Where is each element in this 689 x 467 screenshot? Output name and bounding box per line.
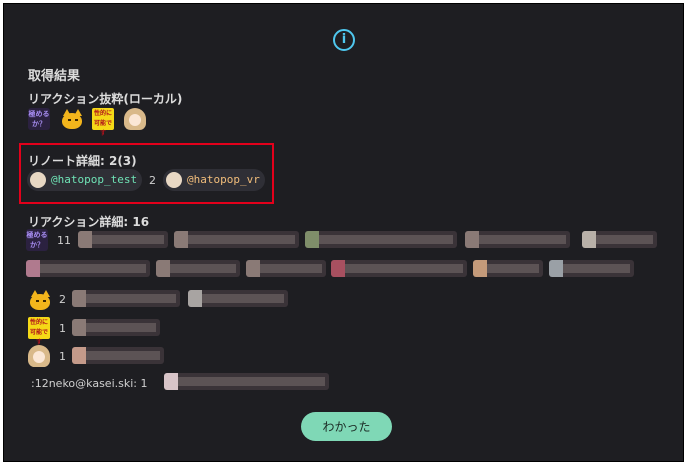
avatar bbox=[166, 172, 182, 188]
reaction-shortcode: :12neko@kasei.ski: 1 bbox=[31, 377, 148, 390]
reaction-user-chip[interactable] bbox=[26, 260, 150, 277]
info-icon: i bbox=[333, 29, 355, 51]
kiwameru-emoji-icon: 極める か？ bbox=[26, 229, 48, 251]
reaction-user-chip[interactable] bbox=[164, 373, 329, 390]
reaction-count: 1 bbox=[59, 350, 66, 363]
cat-emoji-icon bbox=[60, 108, 84, 130]
renote-count: 2 bbox=[149, 174, 156, 187]
reaction-user-chip[interactable] bbox=[465, 231, 570, 248]
result-dialog: i 取得結果 リアクション抜粋(ローカル) 極める か？ 性的に 可能です リノート… bbox=[3, 3, 684, 462]
reaction-user-chip[interactable] bbox=[549, 260, 634, 277]
renote-user-chip[interactable]: @hatopop_test bbox=[27, 169, 142, 191]
reaction-user-chip[interactable] bbox=[331, 260, 467, 277]
renote-user-handle: @hatopop_test bbox=[51, 173, 138, 186]
reaction-user-chip[interactable] bbox=[156, 260, 240, 277]
seitekini-emoji-icon: 性的に 可能です bbox=[92, 108, 114, 137]
renote-label: リノート詳細: 2(3) bbox=[28, 154, 137, 168]
avatar bbox=[30, 172, 46, 188]
ok-button[interactable]: わかった bbox=[301, 412, 392, 441]
reaction-user-chip[interactable] bbox=[188, 290, 288, 307]
reaction-user-chip[interactable] bbox=[72, 347, 164, 364]
reaction-count: 2 bbox=[59, 293, 66, 306]
reactions-excerpt-label: リアクション抜粋(ローカル) bbox=[28, 92, 183, 106]
reaction-count: 1 bbox=[59, 322, 66, 335]
reaction-user-chip[interactable] bbox=[473, 260, 543, 277]
girl-emoji-icon bbox=[28, 345, 50, 367]
reaction-user-chip[interactable] bbox=[72, 290, 180, 307]
reaction-user-chip[interactable] bbox=[174, 231, 299, 248]
girl-emoji-icon bbox=[124, 108, 146, 130]
seitekini-emoji-icon: 性的に 可能です bbox=[28, 317, 50, 346]
reaction-user-chip[interactable] bbox=[246, 260, 326, 277]
reaction-count: 1 bbox=[140, 377, 148, 390]
dialog-title: 取得結果 bbox=[28, 69, 81, 84]
reaction-user-chip[interactable] bbox=[582, 231, 657, 248]
reaction-user-chip[interactable] bbox=[78, 231, 168, 248]
cat-emoji-icon bbox=[28, 289, 52, 311]
kiwameru-emoji-icon: 極める か？ bbox=[28, 108, 50, 130]
reaction-detail-label: リアクション詳細: 16 bbox=[28, 215, 150, 229]
reaction-user-chip[interactable] bbox=[72, 319, 160, 336]
renote-user-chip[interactable]: @hatopop_vr bbox=[163, 169, 265, 191]
reaction-count: 11 bbox=[57, 234, 71, 247]
renote-user-handle: @hatopop_vr bbox=[187, 173, 260, 186]
reaction-user-chip[interactable] bbox=[305, 231, 457, 248]
